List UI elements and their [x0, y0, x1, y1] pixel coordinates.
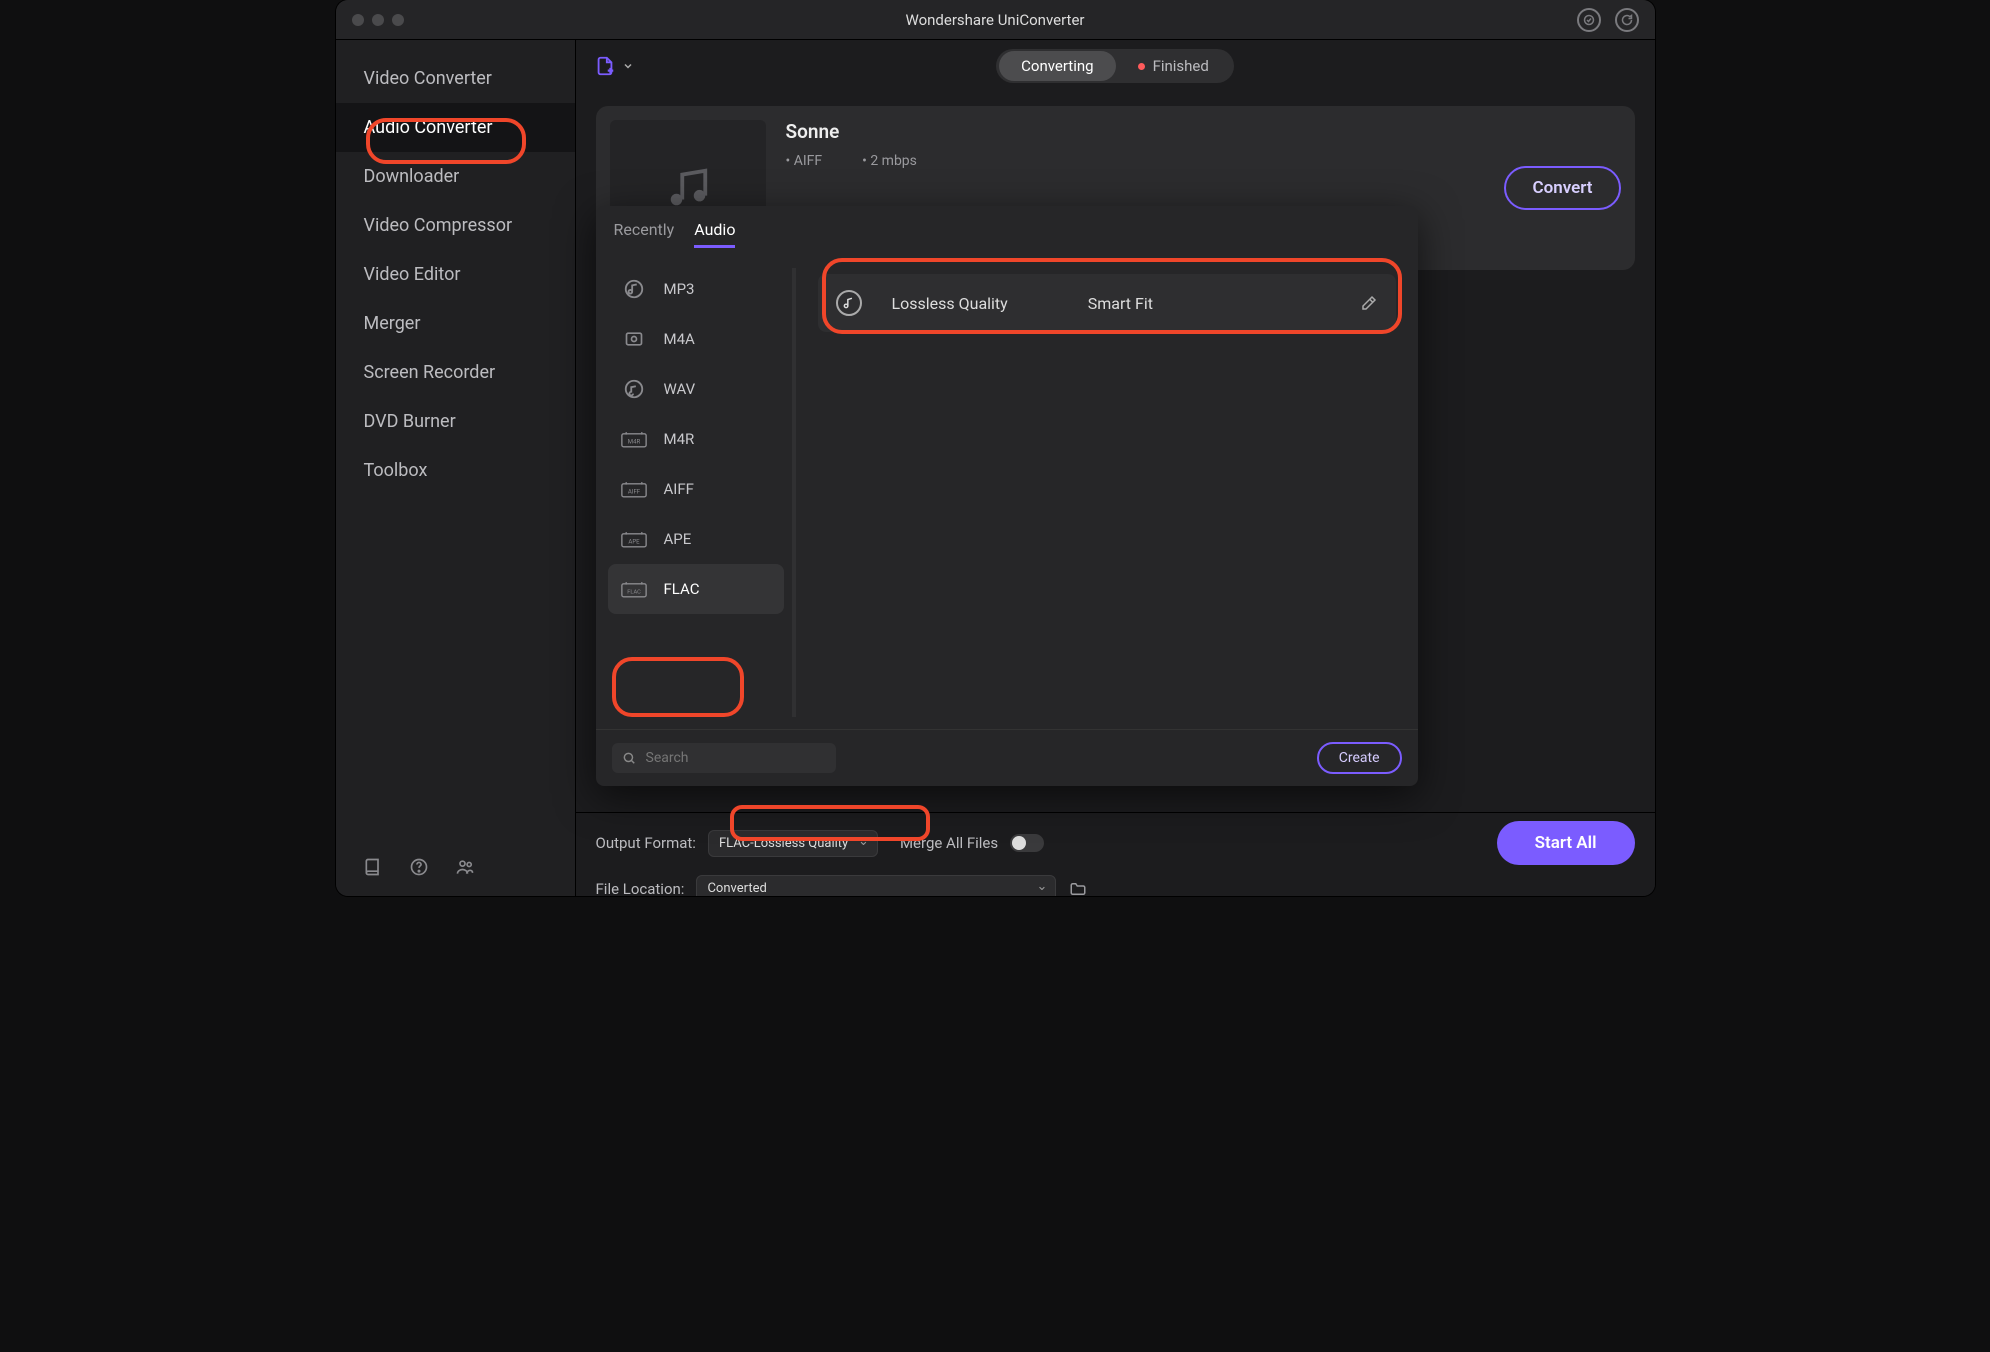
- sidebar-item-label: Video Compressor: [364, 215, 513, 236]
- format-label: FLAC: [664, 580, 700, 598]
- community-icon[interactable]: [454, 856, 476, 878]
- format-label: M4A: [664, 330, 695, 348]
- sidebar-item-merger[interactable]: Merger: [336, 299, 575, 348]
- help-icon[interactable]: [408, 856, 430, 878]
- format-list[interactable]: MP3 M4A WAV M4R M4R AIFF AIFF: [596, 256, 792, 729]
- account-icon[interactable]: [1577, 8, 1601, 32]
- music-note-icon: [665, 165, 711, 211]
- svg-text:AIFF: AIFF: [627, 488, 640, 495]
- output-format-value: FLAC-Lossless Quality: [719, 836, 848, 851]
- file-location-label: File Location:: [596, 880, 685, 897]
- m4r-badge-icon: M4R: [620, 428, 648, 450]
- status-segmented: Converting Finished: [996, 49, 1234, 83]
- music-circle-icon: [620, 278, 648, 300]
- sidebar-item-label: DVD Burner: [364, 411, 456, 432]
- format-popover: Recently Audio MP3 M4A WAV M4R: [596, 206, 1418, 786]
- music-circle-icon: [836, 290, 862, 316]
- window-title: Wondershare UniConverter: [336, 11, 1655, 29]
- feedback-icon[interactable]: [1615, 8, 1639, 32]
- tutorial-icon[interactable]: [362, 856, 384, 878]
- unread-dot-icon: [1138, 63, 1145, 70]
- sidebar-item-label: Toolbox: [364, 460, 428, 481]
- output-format-label: Output Format:: [596, 834, 696, 852]
- sidebar-item-label: Screen Recorder: [364, 362, 496, 383]
- format-item-m4a[interactable]: M4A: [608, 314, 784, 364]
- popover-footer: Create: [596, 729, 1418, 786]
- sidebar: Video Converter Audio Converter Download…: [336, 40, 576, 896]
- search-icon: [622, 751, 636, 765]
- add-files-button[interactable]: [594, 54, 634, 78]
- format-label: M4R: [664, 430, 695, 448]
- open-folder-button[interactable]: [1068, 880, 1088, 897]
- track-title: Sonne: [786, 120, 1485, 143]
- traffic-lights: [352, 14, 404, 26]
- traffic-minimize[interactable]: [372, 14, 384, 26]
- format-label: AIFF: [664, 480, 694, 498]
- sidebar-item-audio-converter[interactable]: Audio Converter: [336, 103, 575, 152]
- quality-label: Lossless Quality: [892, 294, 1008, 313]
- popover-tabs: Recently Audio: [596, 206, 1418, 256]
- popover-tab-audio[interactable]: Audio: [694, 220, 735, 248]
- svg-text:APE: APE: [628, 538, 640, 545]
- main-toolbar: Converting Finished: [576, 40, 1655, 92]
- format-item-aiff[interactable]: AIFF AIFF: [608, 464, 784, 514]
- svg-text:FLAC: FLAC: [627, 589, 641, 595]
- tab-label: Converting: [1021, 57, 1093, 75]
- format-search-input[interactable]: [644, 749, 826, 767]
- sidebar-item-downloader[interactable]: Downloader: [336, 152, 575, 201]
- sidebar-item-toolbox[interactable]: Toolbox: [336, 446, 575, 495]
- sidebar-footer: [336, 838, 575, 896]
- chevron-down-icon: [622, 60, 634, 72]
- quality-fit: Smart Fit: [1088, 294, 1153, 313]
- sidebar-item-label: Downloader: [364, 166, 460, 187]
- sidebar-item-label: Video Converter: [364, 68, 492, 89]
- format-label: WAV: [664, 380, 696, 398]
- format-item-wav[interactable]: WAV: [608, 364, 784, 414]
- format-item-mp3[interactable]: MP3: [608, 264, 784, 314]
- bottom-bar: Output Format: FLAC-Lossless Quality Mer…: [576, 812, 1655, 896]
- merge-label: Merge All Files: [900, 834, 998, 852]
- svg-text:M4R: M4R: [627, 438, 640, 445]
- format-label: APE: [664, 530, 692, 548]
- sidebar-item-screen-recorder[interactable]: Screen Recorder: [336, 348, 575, 397]
- popover-tab-recently[interactable]: Recently: [614, 220, 675, 248]
- format-label: MP3: [664, 280, 695, 298]
- edit-quality-button[interactable]: [1360, 294, 1378, 312]
- track-format: AIFF: [786, 153, 823, 169]
- format-item-flac[interactable]: FLAC FLAC: [608, 564, 784, 614]
- sidebar-item-label: Merger: [364, 313, 421, 334]
- format-item-m4r[interactable]: M4R M4R: [608, 414, 784, 464]
- traffic-zoom[interactable]: [392, 14, 404, 26]
- track-meta: AIFF 2 mbps: [786, 153, 1485, 169]
- quality-row[interactable]: Lossless Quality Smart Fit: [818, 274, 1396, 332]
- merge-toggle[interactable]: [1010, 834, 1044, 852]
- output-format-select[interactable]: FLAC-Lossless Quality: [708, 830, 878, 857]
- sidebar-item-label: Video Editor: [364, 264, 461, 285]
- tab-finished[interactable]: Finished: [1116, 51, 1231, 81]
- format-search[interactable]: [612, 743, 836, 773]
- format-item-ape[interactable]: APE APE: [608, 514, 784, 564]
- music-circle-icon: [620, 378, 648, 400]
- track-bitrate: 2 mbps: [862, 153, 917, 169]
- traffic-close[interactable]: [352, 14, 364, 26]
- tab-label: Finished: [1153, 57, 1209, 75]
- flac-badge-icon: FLAC: [620, 578, 648, 600]
- disc-icon: [620, 328, 648, 350]
- sidebar-item-dvd-burner[interactable]: DVD Burner: [336, 397, 575, 446]
- sidebar-item-video-compressor[interactable]: Video Compressor: [336, 201, 575, 250]
- tab-converting[interactable]: Converting: [999, 51, 1115, 81]
- titlebar: Wondershare UniConverter: [336, 0, 1655, 40]
- aiff-badge-icon: AIFF: [620, 478, 648, 500]
- sidebar-item-label: Audio Converter: [364, 117, 493, 138]
- start-all-button[interactable]: Start All: [1497, 821, 1635, 865]
- file-location-value: Converted: [707, 881, 766, 896]
- create-preset-button[interactable]: Create: [1317, 742, 1402, 774]
- convert-button[interactable]: Convert: [1504, 166, 1620, 210]
- sidebar-item-video-editor[interactable]: Video Editor: [336, 250, 575, 299]
- ape-badge-icon: APE: [620, 528, 648, 550]
- file-location-select[interactable]: Converted: [696, 875, 1056, 896]
- quality-pane: Lossless Quality Smart Fit: [796, 256, 1418, 729]
- sidebar-item-video-converter[interactable]: Video Converter: [336, 54, 575, 103]
